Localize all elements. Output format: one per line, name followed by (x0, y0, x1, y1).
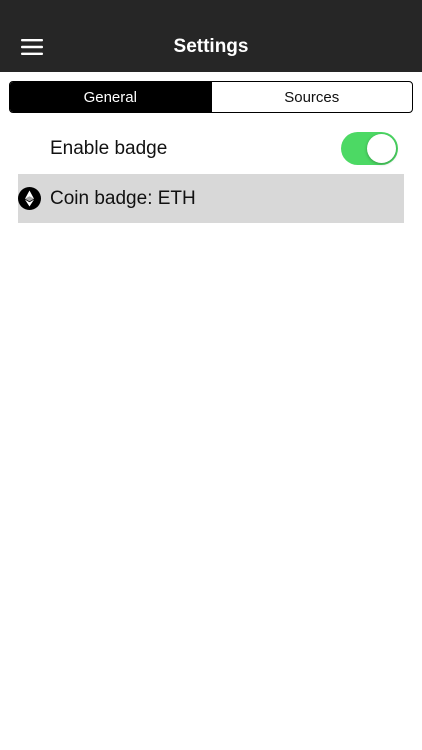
toggle-knob (367, 134, 396, 163)
coin-badge-row[interactable]: Coin badge: ETH (18, 174, 404, 223)
enable-badge-row: Enable badge (18, 124, 404, 173)
settings-tab-bar: General Sources (9, 81, 413, 113)
navigation-bar: Settings (0, 0, 422, 72)
enable-badge-label: Enable badge (50, 138, 168, 159)
coin-badge-label: Coin badge: ETH (50, 188, 196, 209)
ethereum-icon (18, 187, 41, 210)
tab-sources[interactable]: Sources (210, 82, 413, 112)
enable-badge-toggle[interactable] (341, 132, 398, 165)
page-title: Settings (173, 36, 249, 57)
tab-general[interactable]: General (10, 82, 211, 112)
